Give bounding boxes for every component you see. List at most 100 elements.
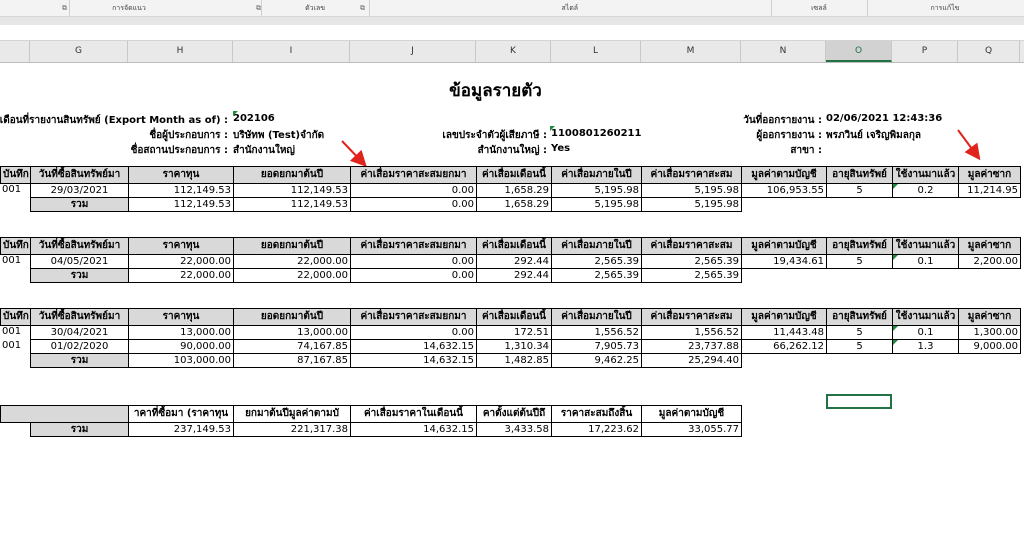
table-cell[interactable]: 2,565.39: [641, 254, 742, 269]
total-cell[interactable]: 2,565.39: [551, 268, 642, 283]
total-cell[interactable]: 0.00: [350, 197, 477, 212]
table-cell[interactable]: 5: [826, 339, 893, 354]
table-cell[interactable]: 5,195.98: [551, 183, 642, 198]
column-header-Q[interactable]: Q: [958, 41, 1020, 62]
table-cell[interactable]: 172.51: [476, 325, 552, 340]
table-cell[interactable]: 1,658.29: [476, 183, 552, 198]
total-cell[interactable]: 5,195.98: [551, 197, 642, 212]
table-cell[interactable]: 13,000.00: [233, 325, 351, 340]
table-cell[interactable]: 74,167.85: [233, 339, 351, 354]
total-cell[interactable]: 103,000.00: [128, 353, 234, 368]
table-cell[interactable]: 1.3: [892, 339, 959, 354]
column-header-cell: วันที่ซื้อสินทรัพย์มา: [30, 166, 129, 184]
column-header-I[interactable]: I: [233, 41, 350, 62]
column-header-cell: ค่าเสื่อมราคาสะสมยกมา: [350, 237, 477, 255]
table-cell[interactable]: 1,556.52: [551, 325, 642, 340]
column-header-M[interactable]: M: [641, 41, 741, 62]
column-header-cell: ราคาทุน: [128, 166, 234, 184]
table-cell[interactable]: 1,310.34: [476, 339, 552, 354]
column-header-cell: อายุสินทรัพย์: [826, 308, 893, 326]
column-header-F[interactable]: [0, 41, 30, 62]
column-header-cell: ยอดยกมาต้นปี: [233, 237, 351, 255]
table-cell[interactable]: 13,000.00: [128, 325, 234, 340]
summary-header-cell: มูลค่าตามบัญชี: [641, 405, 742, 423]
total-cell[interactable]: 112,149.53: [128, 197, 234, 212]
total-cell[interactable]: 5,195.98: [641, 197, 742, 212]
table-cell[interactable]: 0.00: [350, 183, 477, 198]
column-header-P[interactable]: P: [892, 41, 958, 62]
column-header-J[interactable]: J: [350, 41, 476, 62]
table-cell[interactable]: 04/05/2021: [30, 254, 129, 269]
table-cell[interactable]: 0.1: [892, 254, 959, 269]
summary-total-cell[interactable]: 237,149.53: [128, 422, 234, 437]
summary-total-cell[interactable]: 221,317.38: [233, 422, 351, 437]
column-header-cell: ค่าเสื่อมราคาสะสมยกมา: [350, 308, 477, 326]
table-cell[interactable]: 29/03/2021: [30, 183, 129, 198]
table-cell[interactable]: 01/02/2020: [30, 339, 129, 354]
column-header-G[interactable]: G: [30, 41, 128, 62]
total-cell[interactable]: 1,482.85: [476, 353, 552, 368]
ribbon-separator: [261, 0, 263, 16]
table-cell[interactable]: 30/04/2021: [30, 325, 129, 340]
table-cell[interactable]: 112,149.53: [128, 183, 234, 198]
total-cell[interactable]: 9,462.25: [551, 353, 642, 368]
table-cell[interactable]: 5: [826, 254, 893, 269]
total-cell[interactable]: 1,658.29: [476, 197, 552, 212]
total-cell[interactable]: 87,167.85: [233, 353, 351, 368]
total-cell[interactable]: 112,149.53: [233, 197, 351, 212]
dialog-launcher-icon[interactable]: ⧉: [62, 4, 67, 13]
table-cell[interactable]: 2,200.00: [958, 254, 1021, 269]
table-cell[interactable]: 7,905.73: [551, 339, 642, 354]
table-cell[interactable]: 0.2: [892, 183, 959, 198]
total-cell[interactable]: 292.44: [476, 268, 552, 283]
table-cell[interactable]: 2,565.39: [551, 254, 642, 269]
summary-total-cell[interactable]: 3,433.58: [476, 422, 552, 437]
column-header-cell: มูลค่าตามบัญชี: [741, 166, 827, 184]
table-cell[interactable]: 23,737.88: [641, 339, 742, 354]
table-cell[interactable]: 22,000.00: [233, 254, 351, 269]
table-cell[interactable]: 5: [826, 183, 893, 198]
total-cell[interactable]: 14,632.15: [350, 353, 477, 368]
summary-total-cell[interactable]: 14,632.15: [350, 422, 477, 437]
table-cell[interactable]: 106,953.55: [741, 183, 827, 198]
column-header-L[interactable]: L: [551, 41, 641, 62]
table-cell[interactable]: 5,195.98: [641, 183, 742, 198]
column-header-cell: อายุสินทรัพย์: [826, 166, 893, 184]
total-label: รวม: [30, 268, 129, 283]
table-cell[interactable]: 9,000.00: [958, 339, 1021, 354]
table-cell[interactable]: 66,262.12: [741, 339, 827, 354]
formula-bar[interactable]: [0, 25, 1024, 41]
column-header-O[interactable]: O: [826, 41, 892, 62]
column-header-N[interactable]: N: [741, 41, 826, 62]
column-header-H[interactable]: H: [128, 41, 233, 62]
column-header-cell: ค่าเสื่อมภายในปี: [551, 308, 642, 326]
table-cell[interactable]: 112,149.53: [233, 183, 351, 198]
table-cell[interactable]: 5: [826, 325, 893, 340]
table-cell[interactable]: 0.1: [892, 325, 959, 340]
dialog-launcher-icon[interactable]: ⧉: [360, 4, 365, 13]
summary-total-cell[interactable]: 17,223.62: [551, 422, 642, 437]
dialog-launcher-icon[interactable]: ⧉: [256, 4, 261, 13]
summary-total-cell[interactable]: 33,055.77: [641, 422, 742, 437]
table-cell[interactable]: 1,556.52: [641, 325, 742, 340]
table-cell[interactable]: 19,434.61: [741, 254, 827, 269]
column-header-cell: ยอดยกมาต้นปี: [233, 166, 351, 184]
table-cell[interactable]: 1,300.00: [958, 325, 1021, 340]
table-cell[interactable]: 11,214.95: [958, 183, 1021, 198]
total-cell[interactable]: 2,565.39: [641, 268, 742, 283]
total-cell[interactable]: 25,294.40: [641, 353, 742, 368]
table-cell[interactable]: 90,000.00: [128, 339, 234, 354]
table-cell[interactable]: 292.44: [476, 254, 552, 269]
table-cell[interactable]: 22,000.00: [128, 254, 234, 269]
table-cell[interactable]: 0.00: [350, 325, 477, 340]
table-cell[interactable]: 11,443.48: [741, 325, 827, 340]
table-cell[interactable]: 0.00: [350, 254, 477, 269]
total-cell[interactable]: 22,000.00: [233, 268, 351, 283]
total-cell[interactable]: 0.00: [350, 268, 477, 283]
ribbon-group-label: ตัวเลข: [305, 4, 326, 12]
column-header-K[interactable]: K: [476, 41, 551, 62]
worksheet[interactable]: ข้อมูลรายตัว เดือนที่รายงานสินทรัพย์ (Ex…: [0, 63, 1024, 546]
table-cell[interactable]: 14,632.15: [350, 339, 477, 354]
total-cell[interactable]: 22,000.00: [128, 268, 234, 283]
table-cell: 001: [2, 340, 22, 351]
